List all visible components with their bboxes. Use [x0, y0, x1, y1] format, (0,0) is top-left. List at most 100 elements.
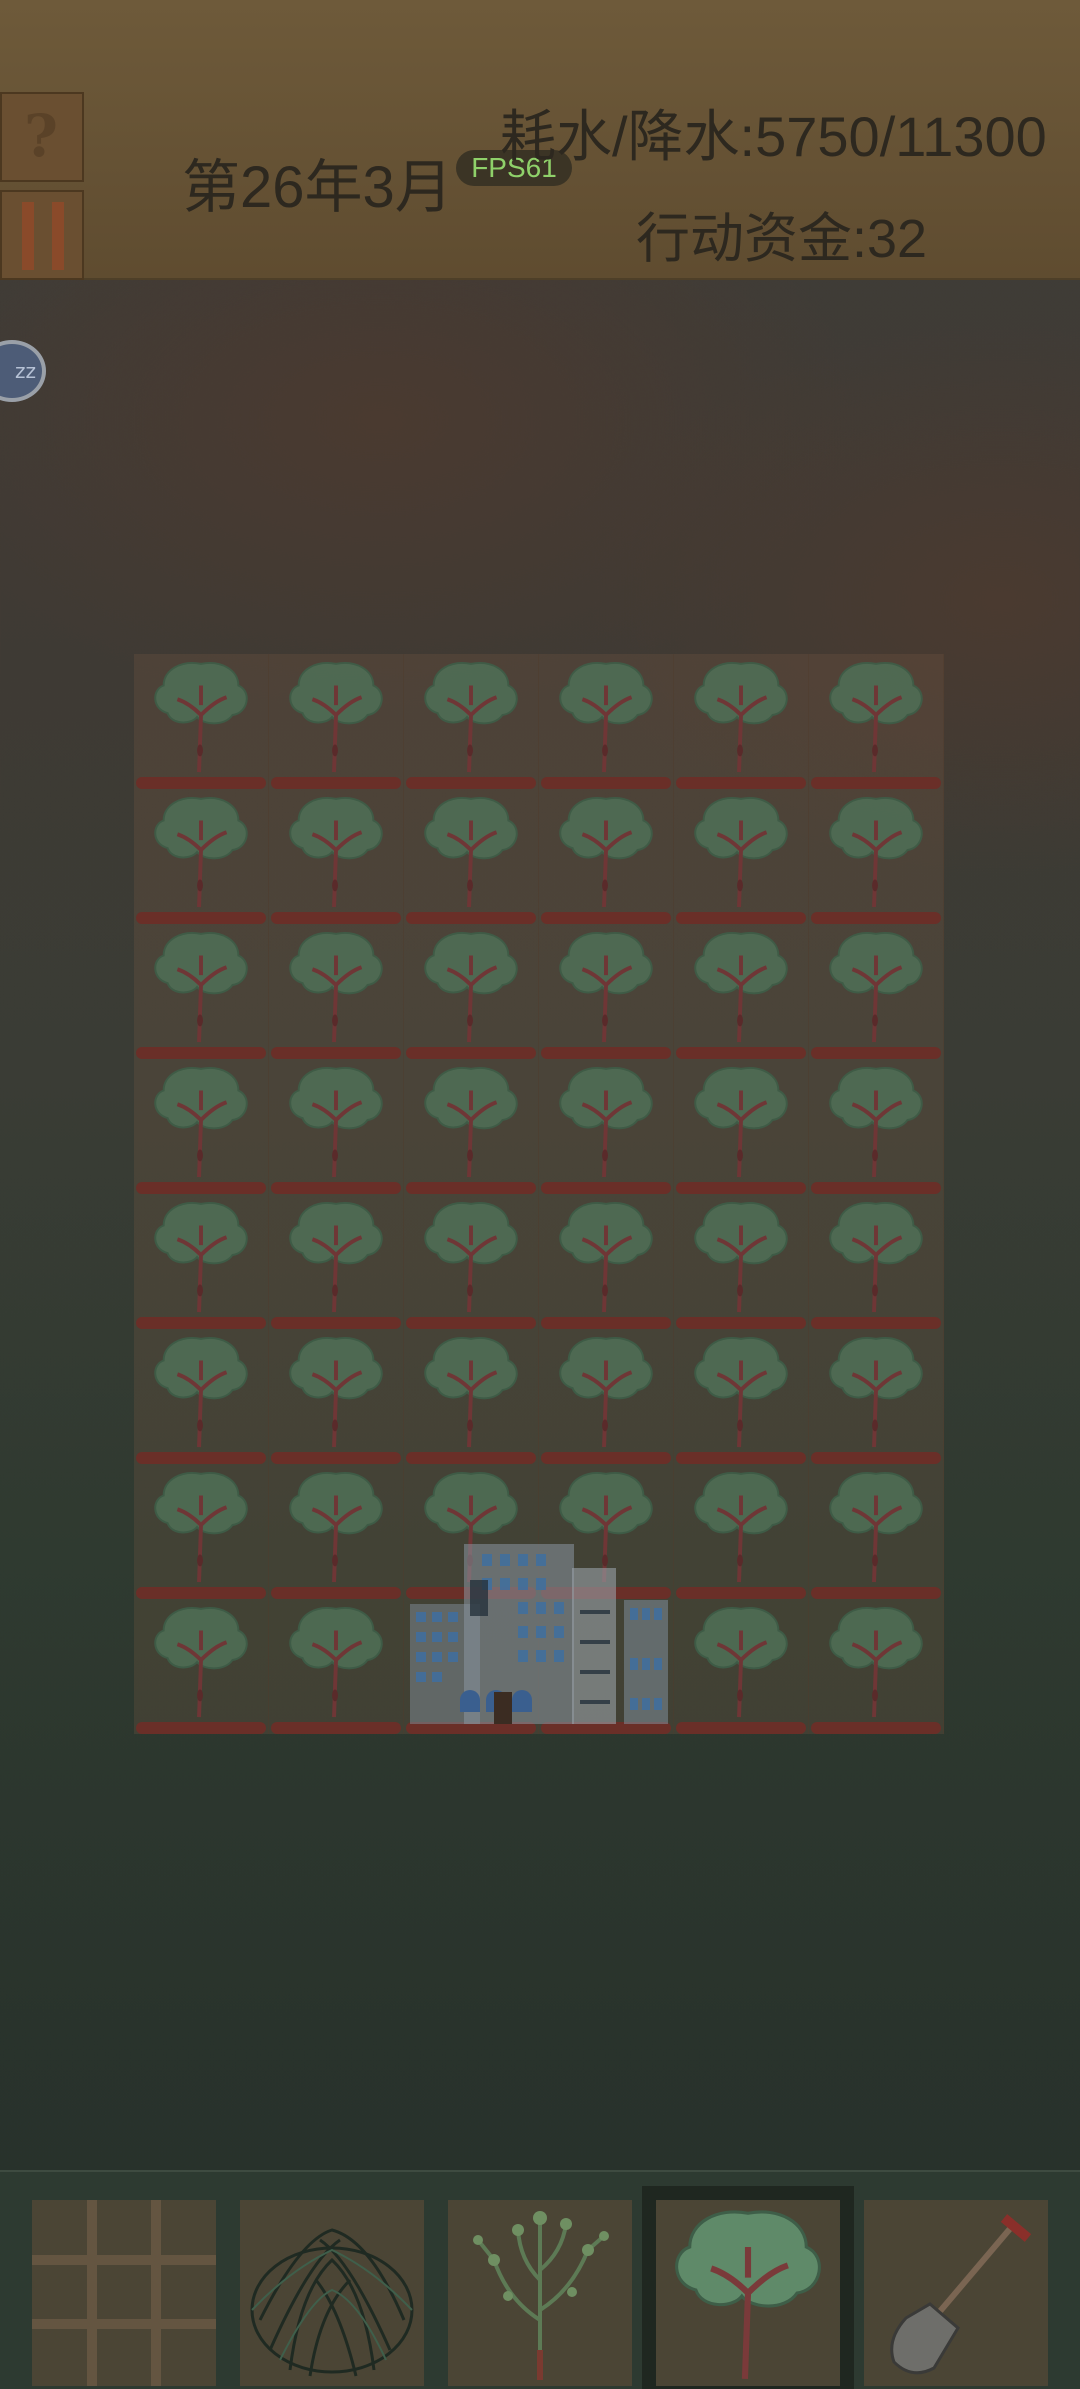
tree-icon: [559, 1337, 653, 1448]
grid-cell[interactable]: [674, 1464, 809, 1599]
soil-strip: [676, 1047, 806, 1059]
soil-strip: [271, 1722, 401, 1734]
grid-cell[interactable]: [404, 1329, 539, 1464]
soil-strip: [271, 1317, 401, 1329]
soil-strip: [541, 1452, 671, 1464]
soil-strip: [676, 1587, 806, 1599]
soil-strip: [271, 912, 401, 924]
grid-cell[interactable]: [269, 1599, 404, 1734]
soil-strip: [676, 1452, 806, 1464]
grid-cell[interactable]: [809, 789, 944, 924]
tree-icon: [694, 932, 788, 1043]
grid-cell[interactable]: [134, 1464, 269, 1599]
tree-icon: [154, 797, 248, 908]
soil-strip: [811, 1587, 941, 1599]
soil-strip: [811, 777, 941, 789]
shovel-tool[interactable]: [864, 2200, 1048, 2386]
tree-icon: [559, 662, 653, 773]
tree-icon: [829, 1067, 923, 1178]
tree-icon: [289, 1202, 383, 1313]
tree-icon: [154, 1067, 248, 1178]
grid-cell[interactable]: [674, 654, 809, 789]
tree-icon: [424, 1067, 518, 1178]
tree-icon: [289, 1607, 383, 1718]
grid-cell[interactable]: [539, 654, 674, 789]
tree-icon: [694, 662, 788, 773]
grid-cell[interactable]: [404, 1194, 539, 1329]
grid-cell[interactable]: [269, 654, 404, 789]
grid-cell[interactable]: [809, 1194, 944, 1329]
soil-strip: [541, 777, 671, 789]
grid-cell[interactable]: [539, 1329, 674, 1464]
soil-strip: [271, 777, 401, 789]
grid-cell[interactable]: [134, 654, 269, 789]
soil-strip: [811, 1452, 941, 1464]
grid-cell[interactable]: [674, 1599, 809, 1734]
sapling-icon: [473, 2211, 609, 2380]
tree-icon: [424, 1337, 518, 1448]
tree-icon: [694, 1202, 788, 1313]
grid-cell[interactable]: [404, 1059, 539, 1194]
tree-icon: [559, 1067, 653, 1178]
action-funds-label: 行动资金:32: [636, 209, 928, 269]
soil-strip: [811, 1182, 941, 1194]
tree-icon: [694, 1337, 788, 1448]
grid-cell[interactable]: [809, 654, 944, 789]
grid-tool[interactable]: [32, 2200, 216, 2386]
grid-cell[interactable]: [134, 1059, 269, 1194]
sapling-tool[interactable]: [448, 2200, 632, 2386]
tree-icon: [829, 1337, 923, 1448]
grid-cell[interactable]: [134, 1194, 269, 1329]
bush-tool[interactable]: [240, 2200, 424, 2386]
grid-cell[interactable]: [674, 1329, 809, 1464]
grid-cell[interactable]: [539, 1194, 674, 1329]
soil-strip: [541, 912, 671, 924]
grid-cell[interactable]: [674, 924, 809, 1059]
soil-strip: [541, 1317, 671, 1329]
tree-tool[interactable]: [642, 2186, 854, 2389]
soil-strip: [676, 777, 806, 789]
grid-cell[interactable]: [809, 1059, 944, 1194]
grid-cell[interactable]: [269, 1194, 404, 1329]
grid-icon: [32, 2200, 216, 2386]
grid-cell[interactable]: [809, 1599, 944, 1734]
grid-cell[interactable]: [809, 924, 944, 1059]
grid-cell[interactable]: [269, 789, 404, 924]
soil-strip: [811, 1722, 941, 1734]
grid-cell[interactable]: [674, 1059, 809, 1194]
tree-icon: [829, 1472, 923, 1583]
tree-icon: [154, 1202, 248, 1313]
grid-cell[interactable]: [269, 1329, 404, 1464]
grid-cell[interactable]: [404, 789, 539, 924]
help-button[interactable]: ?: [0, 92, 84, 182]
pause-button[interactable]: [0, 190, 84, 280]
grid-cell[interactable]: [539, 924, 674, 1059]
grid-cell[interactable]: [809, 1329, 944, 1464]
tree-icon: [289, 1472, 383, 1583]
tree-icon: [424, 662, 518, 773]
grid-cell[interactable]: [539, 1059, 674, 1194]
sleep-speed-button[interactable]: zz: [0, 340, 46, 402]
soil-strip: [406, 1317, 536, 1329]
grid-cell[interactable]: [404, 924, 539, 1059]
grid-cell[interactable]: [269, 1059, 404, 1194]
soil-strip: [676, 1182, 806, 1194]
grid-cell[interactable]: [134, 924, 269, 1059]
grid-cell[interactable]: [404, 654, 539, 789]
grid-cell[interactable]: [809, 1464, 944, 1599]
grid-cell[interactable]: [269, 924, 404, 1059]
grid-cell[interactable]: [134, 1329, 269, 1464]
grid-cell[interactable]: [674, 789, 809, 924]
pause-icon: [22, 202, 34, 270]
grid-cell[interactable]: [269, 1464, 404, 1599]
soil-strip: [271, 1047, 401, 1059]
tree-icon: [829, 1202, 923, 1313]
grid-cell[interactable]: [674, 1194, 809, 1329]
soil-strip: [676, 1317, 806, 1329]
grid-cell[interactable]: [134, 1599, 269, 1734]
soil-strip: [136, 1722, 266, 1734]
grid-cell[interactable]: [539, 789, 674, 924]
grid-cell[interactable]: [134, 789, 269, 924]
tree-icon: [694, 1607, 788, 1718]
tree-icon: [154, 1607, 248, 1718]
